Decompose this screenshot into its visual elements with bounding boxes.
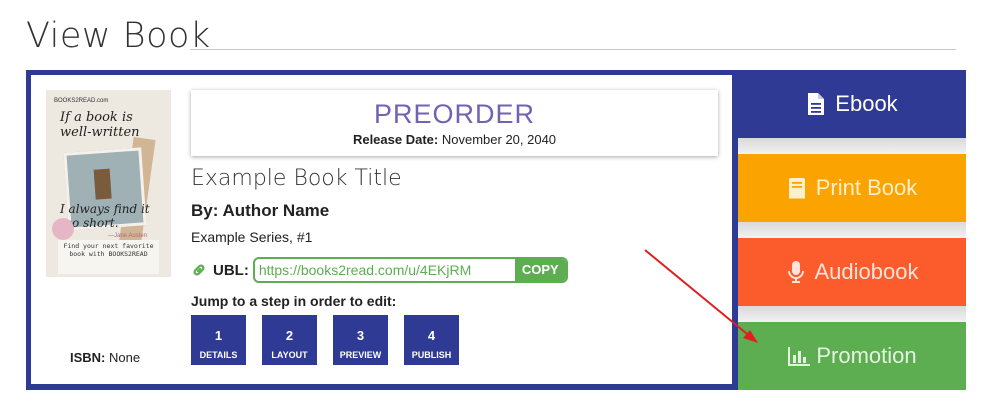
annotation-arrow <box>644 249 758 343</box>
